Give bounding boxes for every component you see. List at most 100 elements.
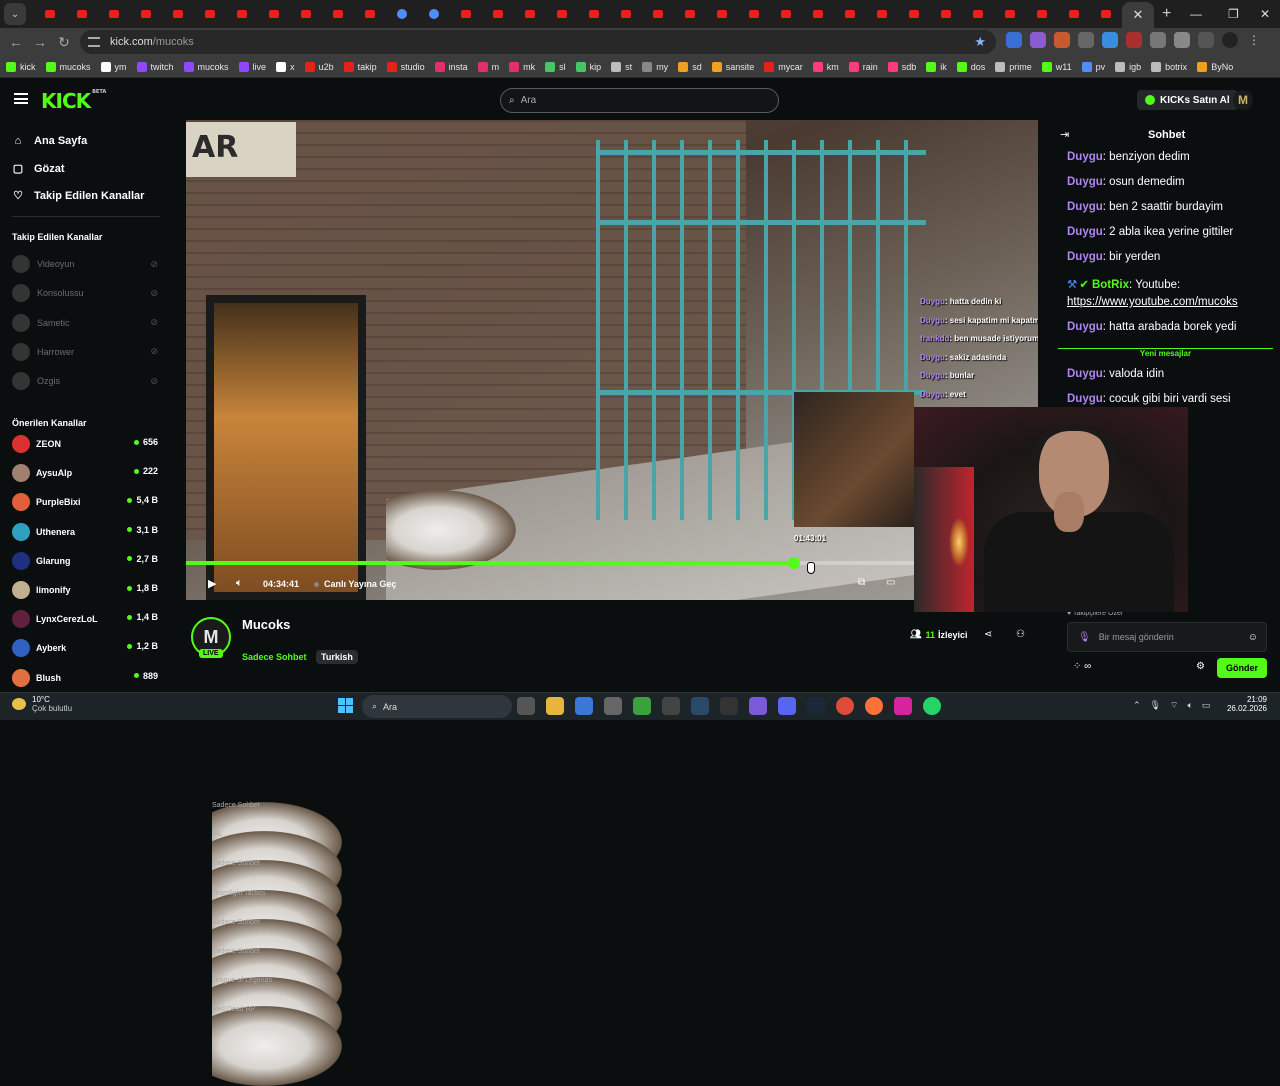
microphone-icon[interactable]: 🎙︎ [1150,700,1161,711]
share-icon[interactable]: ⋖ [984,629,992,640]
browser-tab[interactable] [482,3,514,25]
close-tab-icon[interactable]: ✕ [1133,7,1144,23]
nav-browse[interactable]: ▢ Gözat [12,162,65,176]
theater-mode-icon[interactable]: ▭ [886,577,895,588]
go-live-button[interactable]: Canlı Yayına Geç [314,579,396,589]
chat-username[interactable]: Duygu [1067,368,1103,380]
browser-tab[interactable] [194,3,226,25]
kick-logo[interactable]: KICK BETA [41,89,106,113]
followed-channel[interactable]: Ozgis ⊘ [12,370,160,392]
browser-tab[interactable] [642,3,674,25]
language-tag[interactable]: Turkish [316,650,358,664]
browser-tab[interactable] [994,3,1026,25]
browser-tab[interactable] [1026,3,1058,25]
settings-icon[interactable] [604,697,622,715]
app-icon[interactable] [749,697,767,715]
seek-bar[interactable] [186,557,1038,569]
recommended-channel[interactable]: Ayberk Red Dead RP 1,2 B [12,635,342,1086]
browser-tab[interactable] [1090,3,1122,25]
browser-tab[interactable] [258,3,290,25]
extension-icon[interactable] [1150,32,1166,48]
followed-channel[interactable]: Videoyun ⊘ [12,253,160,275]
recommended-channel[interactable]: AysuAlp IRL 222 [12,460,342,912]
browser-tab[interactable] [930,3,962,25]
browser-tab[interactable] [866,3,898,25]
browser-tab[interactable] [674,3,706,25]
pip-icon[interactable]: ⧉ [858,577,865,588]
whatsapp-icon[interactable] [923,697,941,715]
channel-name[interactable]: Mucoks [242,617,290,632]
extension-icon[interactable] [1006,32,1022,48]
close-window-button[interactable]: ✕ [1260,0,1270,28]
taskbar-search[interactable]: ⌕ Ara [362,695,512,718]
browser-tab[interactable] [66,3,98,25]
bookmark-item[interactable]: mk [509,61,535,72]
reload-icon[interactable]: ↻ [52,34,76,51]
chat-settings-icon[interactable]: ⚙ [1196,661,1205,672]
bookmark-item[interactable]: mucoks [183,61,229,72]
browser-tab[interactable] [610,3,642,25]
bookmark-item[interactable]: studio [386,61,425,72]
extension-icon[interactable] [1030,32,1046,48]
clock[interactable]: 21:09 26.02.2026 [1215,695,1267,713]
chat-username[interactable]: Duygu [1067,201,1103,213]
send-button[interactable]: Gönder [1217,658,1267,678]
bookmark-item[interactable]: twitch [136,61,174,72]
volume-icon[interactable]: 🔈︎ [1187,700,1192,711]
buy-kicks-button[interactable]: KICKs Satın Al [1137,90,1238,110]
back-icon[interactable]: ← [4,34,28,50]
recommended-channel[interactable]: LynxCerezLoL League of Legends 1,4 B [12,606,342,1058]
browser-tab[interactable] [418,3,450,25]
chat-username[interactable]: Duygu [1067,151,1103,163]
emoji-icon[interactable]: ☺ [1248,632,1258,643]
bookmark-item[interactable]: pv [1081,61,1105,72]
firefox-icon[interactable] [865,697,883,715]
extension-icon[interactable] [1126,32,1142,48]
menu-icon[interactable]: ⋮ [1246,32,1262,48]
bookmark-star-icon[interactable]: ★ [974,34,986,50]
bookmark-item[interactable]: u2b [304,61,334,72]
task-view-icon[interactable] [517,697,535,715]
bookmark-item[interactable]: prime [995,61,1032,72]
bookmark-item[interactable]: km [812,61,839,72]
browser-tab[interactable] [802,3,834,25]
nav-following[interactable]: ♡ Takip Edilen Kanallar [12,189,144,203]
new-tab-button[interactable]: + [1162,5,1171,23]
chat-username[interactable]: Duygu [1067,176,1103,188]
file-explorer-icon[interactable] [546,697,564,715]
chat-username[interactable]: Duygu [1067,226,1103,238]
app-icon[interactable] [633,697,651,715]
bookmark-item[interactable]: takip [343,61,377,72]
collapse-chat-icon[interactable]: ⇥ [1060,128,1069,141]
bookmark-item[interactable]: ik [926,61,947,72]
browser-tab[interactable] [738,3,770,25]
start-button[interactable] [338,698,353,713]
bookmark-item[interactable]: m [477,61,499,72]
chat-username[interactable]: Duygu [1067,393,1103,405]
tray-chevron-icon[interactable]: ⌃ [1133,700,1141,711]
bookmark-item[interactable]: sl [545,61,566,72]
chrome-icon[interactable] [836,697,854,715]
menu-icon[interactable] [14,93,28,104]
recommended-channel[interactable]: ZEON Sadece Sohbet 656 [12,431,342,882]
rewards-icon[interactable]: ⁘ ∞ [1073,661,1091,672]
store-icon[interactable] [575,697,593,715]
recommended-channel[interactable]: Blush 889 [12,665,160,691]
tab-search-button[interactable]: ⌄ [4,3,26,25]
bookmark-item[interactable]: dos [956,61,985,72]
bookmark-item[interactable]: live [238,61,266,72]
steam-icon[interactable] [807,697,825,715]
browser-tab[interactable] [354,3,386,25]
followed-channel[interactable]: Sametic ⊘ [12,312,160,334]
bookmark-item[interactable]: sd [678,61,702,72]
url-field[interactable]: kick.com/mucoks ★ [80,30,996,54]
bookmark-item[interactable]: x [276,61,295,72]
forward-icon[interactable]: → [28,34,52,50]
bookmark-item[interactable]: igb [1115,61,1141,72]
microphone-icon[interactable]: 🎙︎ [1078,632,1091,643]
chat-input-box[interactable]: 🎙︎ ☺ [1067,622,1267,652]
browser-tab[interactable] [226,3,258,25]
user-avatar[interactable]: M [1233,90,1253,110]
extension-icon[interactable] [1102,32,1118,48]
browser-tab[interactable] [130,3,162,25]
